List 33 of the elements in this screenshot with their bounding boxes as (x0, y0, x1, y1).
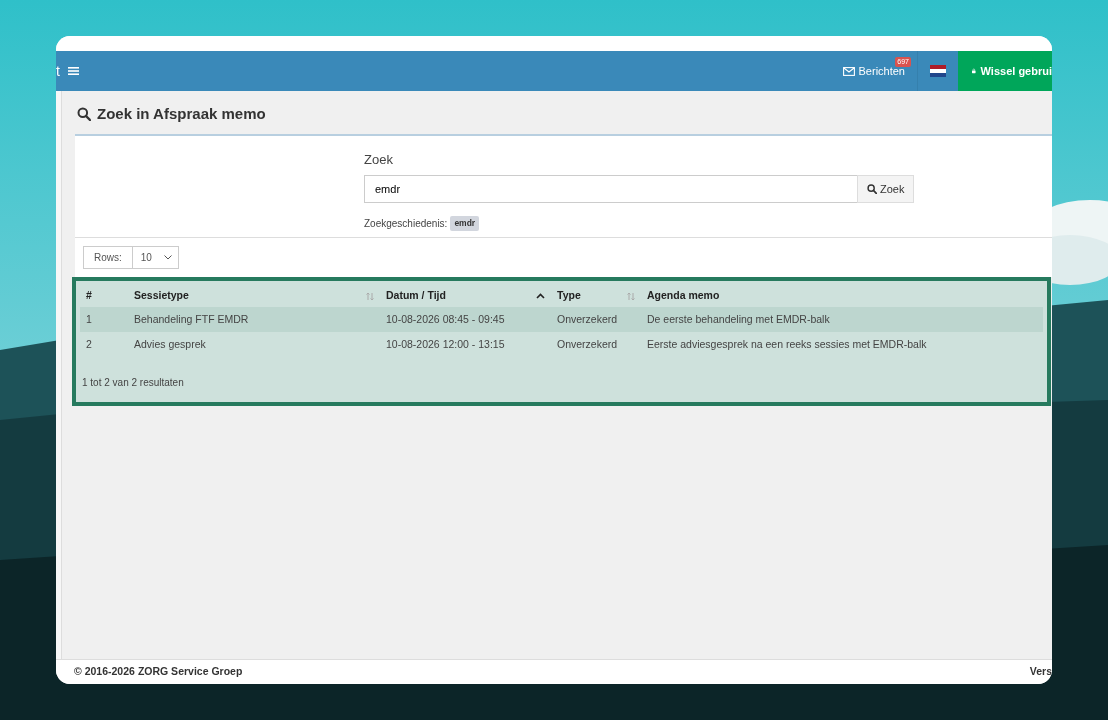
envelope-icon (842, 66, 855, 76)
column-header[interactable]: Sessietype (134, 289, 189, 302)
history-tag[interactable]: emdr (450, 216, 480, 231)
copyright-text: © 2016-2026 (74, 664, 135, 680)
results-summary: 1 tot 2 van 2 resultaten (81, 376, 185, 390)
table-cell: 10-08-2026 08:45 - 09:45 (386, 312, 505, 325)
table-row[interactable]: 2 Advies gesprek 10-08-2026 12:00 - 13:15 Onverzekerd Eerste adviesgesprek na een reeks sessies met EMDR-balk (80, 332, 1043, 357)
table-cell: 2 (86, 337, 92, 350)
table-cell: Onverzekerd (557, 312, 618, 325)
table-cell: Eerste adviesgesprek na een reeks sessies met EMDR-balk (647, 337, 927, 350)
column-header[interactable]: Datum / Tijd (386, 289, 446, 302)
history-label: Zoekgeschiedenis: (364, 217, 448, 231)
table-cell: Behandeling FTF EMDR (134, 312, 249, 325)
table-cell: Advies gesprek (134, 337, 206, 350)
column-header[interactable]: Type (557, 289, 581, 302)
table-cell: Onverzekerd (557, 337, 618, 350)
menu-icon[interactable] (67, 66, 79, 76)
search-label: Zoek (364, 150, 394, 169)
column-header[interactable]: Agenda memo (647, 289, 720, 302)
table-cell: De eerste behandeling met EMDR-balk (647, 312, 830, 325)
version-text: Vers (1029, 664, 1052, 680)
search-icon (77, 107, 91, 122)
flag-icon[interactable] (930, 65, 946, 77)
company-link[interactable]: ZORG Service Groep (137, 664, 243, 680)
page-title: Zoek in Afspraak memo (97, 104, 266, 124)
column-header[interactable]: # (86, 289, 92, 302)
table-cell: 1 (86, 312, 92, 325)
search-icon (867, 184, 877, 194)
lock-icon (972, 66, 976, 76)
table-cell: 10-08-2026 12:00 - 13:15 (386, 337, 505, 350)
search-field[interactable]: emdr (364, 175, 857, 203)
search-button[interactable]: Zoek (857, 175, 915, 203)
sort-ascending-icon[interactable] (536, 293, 545, 300)
